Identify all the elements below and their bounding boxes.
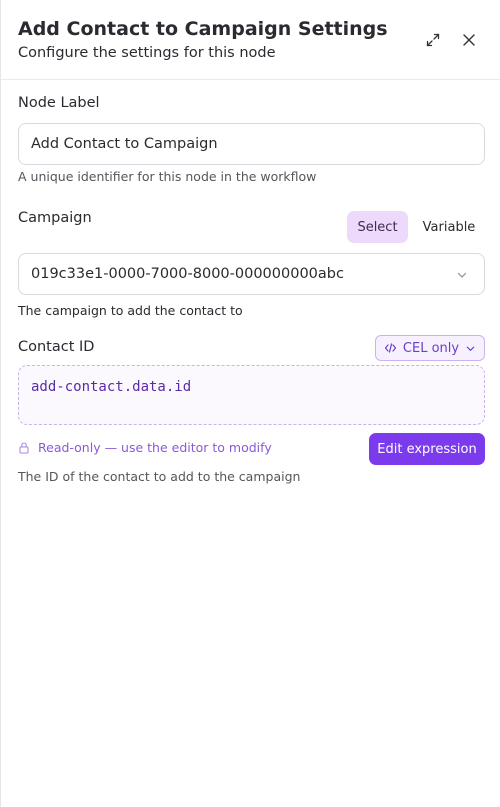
chevron-down-icon <box>457 272 467 278</box>
readonly-note: Read-only — use the editor to modify <box>18 440 272 455</box>
edit-expression-button[interactable]: Edit expression <box>369 433 485 465</box>
campaign-select-value: 019c33e1-0000-7000-8000-000000000abc <box>31 266 344 282</box>
node-label-input[interactable] <box>18 123 485 165</box>
expand-icon <box>426 33 440 47</box>
readonly-note-text: Read-only — use the editor to modify <box>38 440 272 455</box>
campaign-select[interactable]: 019c33e1-0000-7000-8000-000000000abc <box>18 253 485 295</box>
panel-header: Add Contact to Campaign Settings Configu… <box>1 0 500 80</box>
expand-button[interactable] <box>421 28 445 52</box>
panel-title: Add Contact to Campaign Settings <box>18 18 388 40</box>
panel-subtitle: Configure the settings for this node <box>18 45 276 61</box>
node-settings-panel: Add Contact to Campaign Settings Configu… <box>0 0 500 807</box>
contact-id-help: The ID of the contact to add to the camp… <box>18 469 301 484</box>
campaign-mode-variable-button[interactable]: Variable <box>413 211 485 243</box>
campaign-mode-select-button[interactable]: Select <box>347 211 408 243</box>
chevron-down-icon <box>466 346 475 351</box>
cel-only-dropdown[interactable]: CEL only <box>375 335 485 361</box>
node-label-label: Node Label <box>18 95 100 111</box>
campaign-label: Campaign <box>18 210 92 226</box>
node-label-help: A unique identifier for this node in the… <box>18 169 317 184</box>
cel-only-label: CEL only <box>402 340 460 356</box>
contact-id-label: Contact ID <box>18 339 95 355</box>
close-icon <box>463 34 475 46</box>
code-icon <box>384 343 397 353</box>
expression-text: add-contact.data.id <box>31 379 192 395</box>
contact-id-expression: add-contact.data.id <box>18 365 485 425</box>
campaign-help: The campaign to add the contact to <box>18 303 243 318</box>
close-button[interactable] <box>457 28 481 52</box>
lock-icon <box>19 442 29 454</box>
